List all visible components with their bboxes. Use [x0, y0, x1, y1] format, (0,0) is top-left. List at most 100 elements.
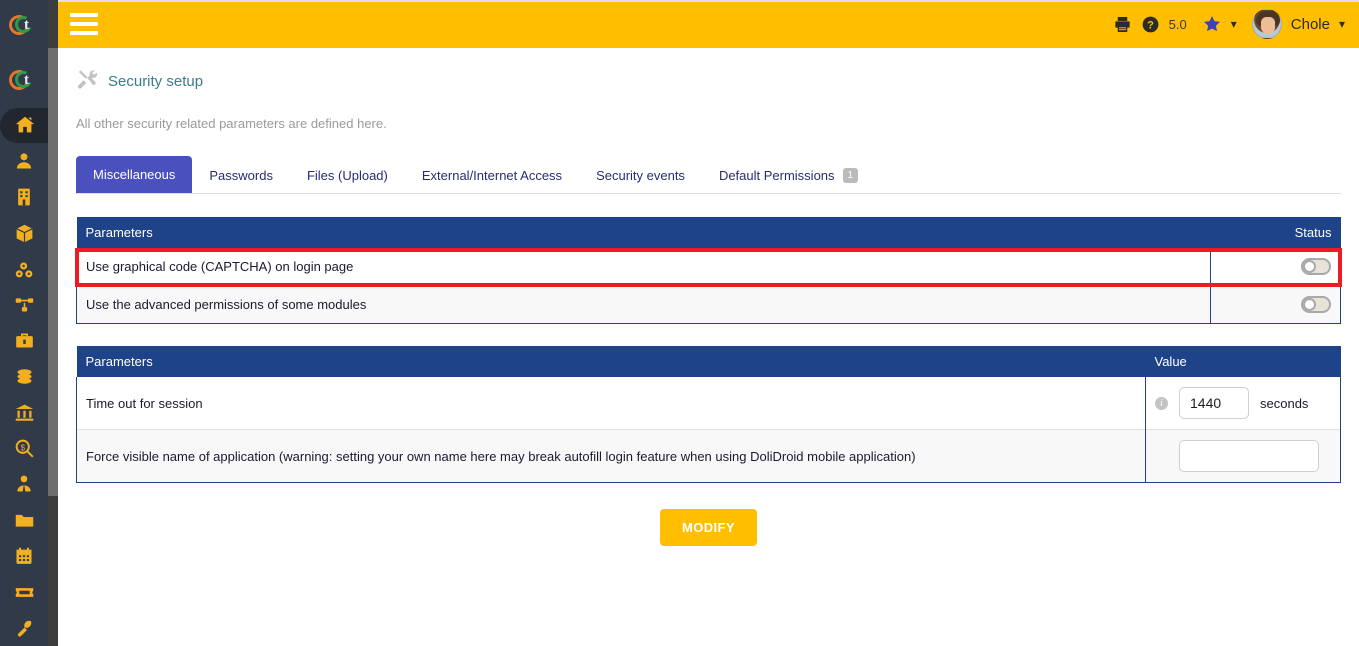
svg-text:$: $	[20, 443, 25, 452]
sidebar-item-accounting[interactable]: $	[2, 431, 46, 467]
tab-label: Miscellaneous	[93, 167, 176, 182]
logo-letter-small: t	[24, 72, 29, 89]
table-row[interactable]: Use the advanced permissions of some mod…	[76, 285, 1341, 325]
sidebar-item-hrm[interactable]	[2, 466, 46, 502]
main-content: ? 5.0 ▾ Chole ▾ Security setup All other…	[58, 0, 1359, 646]
tab-external-internet-access[interactable]: External/Internet Access	[405, 157, 579, 193]
page-title: Security setup	[108, 73, 204, 90]
col-parameters: Parameters	[76, 346, 1146, 378]
user-icon	[14, 151, 34, 171]
sidebar-item-contacts[interactable]	[2, 179, 46, 215]
sidebar-item-ticket[interactable]	[2, 574, 46, 610]
sidebar-item-bank[interactable]	[2, 395, 46, 431]
tab-label: Security events	[596, 167, 685, 183]
table-header-row: Parameters Value	[76, 346, 1341, 378]
table-row[interactable]: Use graphical code (CAPTCHA) on login pa…	[76, 248, 1341, 286]
ticket-icon	[14, 582, 35, 603]
value-table: Parameters Value Time out for session i …	[76, 346, 1341, 484]
sidebar-item-mrp[interactable]	[2, 251, 46, 287]
page-header: Security setup	[58, 48, 1359, 95]
param-label: Time out for session	[76, 377, 1146, 430]
tab-security-events[interactable]: Security events	[579, 157, 702, 193]
svg-text:?: ?	[1147, 19, 1154, 31]
coins-icon	[14, 366, 35, 387]
info-icon[interactable]: i	[1155, 396, 1168, 410]
table-row[interactable]: Time out for session i seconds	[76, 377, 1341, 430]
app-root: t t $ ? 5.0 ▾ Chole ▾ Security setup All…	[0, 0, 1359, 646]
wrench-icon	[14, 618, 34, 638]
topbar-accent-line	[58, 0, 1359, 2]
param-status-cell	[1210, 248, 1341, 286]
page-scrollbar-thumb[interactable]	[48, 48, 58, 496]
logo-letter: t	[24, 17, 29, 34]
captcha-toggle-switch[interactable]	[1301, 258, 1331, 276]
sidebar-item-commercial[interactable]	[2, 323, 46, 359]
print-icon[interactable]	[1113, 15, 1132, 34]
tab-passwords[interactable]: Passwords	[192, 157, 290, 193]
modify-button[interactable]: MODIFY	[660, 509, 757, 547]
tab-badge-count: 1	[842, 167, 859, 183]
advanced-permissions-toggle-switch[interactable]	[1301, 296, 1331, 314]
param-value-cell	[1145, 429, 1341, 484]
tab-files-upload[interactable]: Files (Upload)	[290, 157, 405, 193]
version-label: 5.0	[1168, 16, 1187, 32]
value-table-wrapper: Parameters Value Time out for session i …	[76, 346, 1341, 484]
sidebar-item-third-parties[interactable]	[2, 143, 46, 179]
tab-label: External/Internet Access	[421, 167, 563, 183]
tab-miscellaneous[interactable]: Miscellaneous	[76, 156, 193, 193]
page-description: All other security related parameters ar…	[76, 116, 387, 131]
sidebar-item-setup[interactable]	[2, 610, 46, 646]
user-name-label[interactable]: Chole	[1291, 16, 1330, 33]
briefcase-icon	[14, 330, 35, 351]
col-value: Value	[1145, 346, 1341, 378]
param-label: Force visible name of application (warni…	[76, 429, 1146, 484]
param-value-cell: i seconds	[1145, 377, 1341, 430]
app-logo-secondary[interactable]: t	[0, 63, 48, 100]
param-label: Use graphical code (CAPTCHA) on login pa…	[76, 248, 1211, 286]
tab-label: Passwords	[209, 167, 273, 183]
sitemap-icon	[14, 294, 35, 315]
star-icon[interactable]	[1202, 14, 1222, 34]
topbar-right-group: ? 5.0 ▾ Chole ▾	[1113, 9, 1359, 39]
app-logo-top[interactable]: t	[0, 8, 48, 45]
param-label: Use the advanced permissions of some mod…	[76, 285, 1211, 325]
help-circle-icon[interactable]: ?	[1141, 15, 1160, 34]
application-name-input[interactable]	[1179, 440, 1319, 473]
col-parameters: Parameters	[76, 217, 1211, 248]
user-tie-icon	[14, 474, 34, 494]
factory-icon	[14, 259, 35, 280]
left-icon-rail: t t $	[0, 0, 48, 646]
tab-label: Default Permissions	[718, 167, 835, 183]
search-dollar-icon: $	[14, 438, 35, 459]
sidebar-item-documents[interactable]	[2, 502, 46, 538]
timeout-unit-label: seconds	[1260, 395, 1309, 411]
top-bar: ? 5.0 ▾ Chole ▾	[58, 0, 1359, 48]
avatar[interactable]	[1251, 9, 1282, 39]
dolibarr-logo-icon-small: t	[6, 67, 39, 93]
sidebar-item-projects[interactable]	[2, 287, 46, 323]
sidebar-item-billing[interactable]	[2, 359, 46, 395]
box-icon	[14, 223, 35, 244]
tab-default-permissions[interactable]: Default Permissions 1	[702, 157, 875, 193]
param-status-cell	[1210, 285, 1341, 325]
action-row: MODIFY	[58, 509, 1359, 547]
user-chevron-down-icon[interactable]: ▾	[1339, 17, 1345, 31]
calendar-icon	[14, 546, 34, 566]
col-status: Status	[1210, 217, 1341, 248]
table-row[interactable]: Force visible name of application (warni…	[76, 429, 1341, 484]
table-header-row: Parameters Status	[76, 217, 1341, 248]
status-table: Parameters Status Use graphical code (CA…	[76, 217, 1341, 325]
bank-icon	[14, 402, 35, 423]
page-scrollbar[interactable]	[48, 0, 58, 646]
folder-icon	[14, 510, 35, 531]
session-timeout-input[interactable]	[1179, 387, 1249, 420]
sidebar-item-products[interactable]	[2, 215, 46, 251]
sidebar-item-home[interactable]	[0, 107, 48, 144]
tab-label: Files (Upload)	[306, 167, 388, 183]
hamburger-menu-icon[interactable]	[70, 13, 98, 35]
building-icon	[14, 187, 34, 207]
sidebar-item-agenda[interactable]	[2, 538, 46, 574]
tab-bar: Miscellaneous Passwords Files (Upload) E…	[76, 156, 1341, 194]
home-icon	[14, 114, 36, 136]
bookmark-chevron-down-icon[interactable]: ▾	[1231, 17, 1237, 31]
